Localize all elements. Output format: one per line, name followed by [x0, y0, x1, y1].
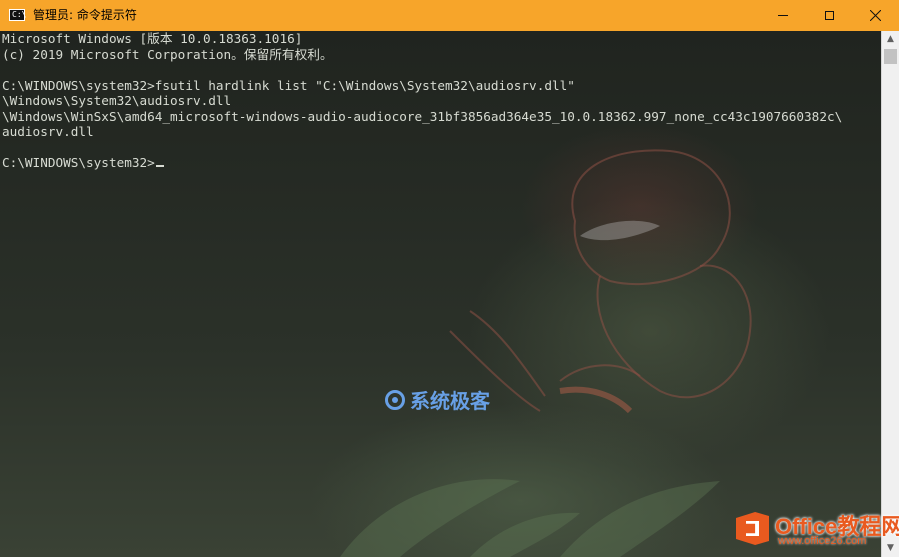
scrollbar-thumb[interactable] [884, 49, 897, 64]
console-line: audiosrv.dll [2, 124, 94, 139]
console-line: C:\WINDOWS\system32>fsutil hardlink list… [2, 77, 575, 93]
text-cursor [155, 165, 164, 167]
window-title: 管理员: 命令提示符 [33, 8, 137, 22]
office-logo-icon [736, 512, 769, 545]
console-line: Microsoft Windows [版本 10.0.18363.1016] [2, 31, 303, 46]
minimize-button[interactable] [760, 0, 806, 31]
title-bar[interactable]: C:\ 管理员: 命令提示符 [0, 0, 899, 31]
office-branding: Office教程网 www.office26.com [736, 507, 899, 549]
console-prompt-line[interactable]: C:\WINDOWS\system32> [2, 155, 164, 171]
console-line: (c) 2019 Microsoft Corporation。保留所有权利。 [2, 46, 333, 62]
command-prompt-window: C:\ 管理员: 命令提示符 Microsoft Windows [版本 10.… [0, 0, 899, 557]
watermark-logo-icon [385, 389, 405, 410]
console-prompt: C:\WINDOWS\system32> [2, 155, 155, 170]
console-line: \Windows\WinSxS\amd64_microsoft-windows-… [2, 108, 843, 124]
minimize-icon [778, 15, 788, 16]
console-area[interactable]: Microsoft Windows [版本 10.0.18363.1016] (… [0, 31, 881, 557]
cmd-app-icon[interactable]: C:\ [9, 9, 27, 21]
maximize-icon [824, 11, 834, 20]
close-button[interactable] [852, 0, 898, 31]
watermark: 系统极客 [385, 385, 490, 414]
vertical-scrollbar[interactable]: ▲ ▼ [881, 31, 899, 557]
console-line: \Windows\System32\audiosrv.dll [2, 93, 232, 108]
maximize-button[interactable] [806, 0, 852, 31]
brand-url: www.office26.com [778, 535, 867, 547]
close-icon [869, 10, 881, 21]
cmd-icon-text: C:\ [12, 10, 27, 19]
scroll-up-arrow-icon[interactable]: ▲ [882, 31, 899, 48]
watermark-text: 系统极客 [410, 389, 490, 413]
